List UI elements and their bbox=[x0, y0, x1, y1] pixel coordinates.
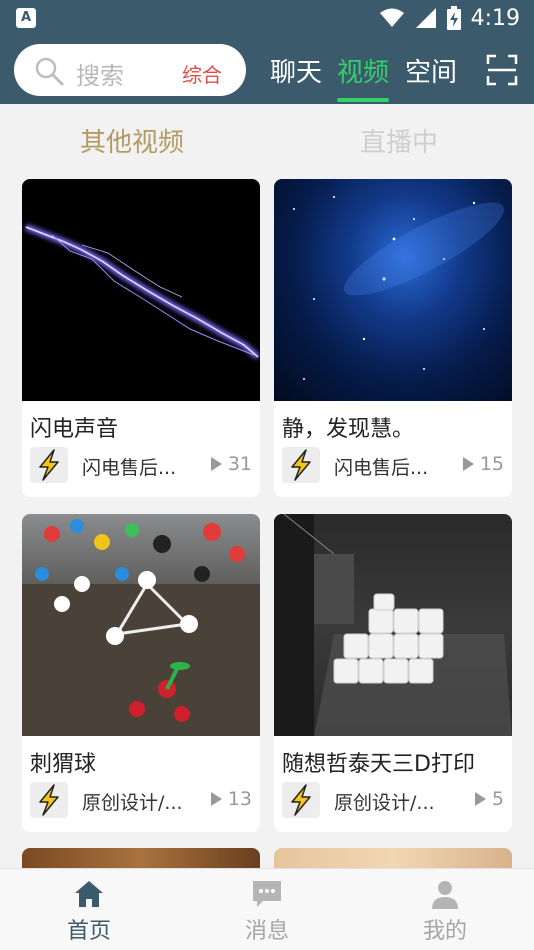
author-avatar[interactable] bbox=[30, 782, 68, 818]
author-name[interactable]: 原创设计/... bbox=[334, 788, 435, 815]
nav-messages-label: 消息 bbox=[244, 919, 289, 944]
author-name[interactable]: 原创设计/... bbox=[82, 788, 183, 815]
play-count: 13 bbox=[210, 788, 252, 810]
tab-space[interactable]: 空间 bbox=[405, 52, 457, 89]
video-title: 静，发现慧。 bbox=[282, 417, 415, 442]
play-count: 15 bbox=[462, 453, 504, 475]
play-icon bbox=[210, 457, 222, 471]
video-thumbnail bbox=[22, 179, 260, 401]
status-icons: 4:19 bbox=[379, 0, 520, 36]
home-icon bbox=[75, 881, 103, 907]
author-avatar[interactable] bbox=[282, 782, 320, 818]
video-card-partial[interactable] bbox=[274, 848, 512, 868]
nav-home-label: 首页 bbox=[66, 919, 111, 944]
battery-charging-icon bbox=[446, 6, 461, 30]
video-thumbnail bbox=[22, 514, 260, 736]
play-count-value: 13 bbox=[227, 788, 252, 810]
play-icon bbox=[474, 792, 486, 806]
play-count-value: 15 bbox=[479, 453, 504, 475]
video-card[interactable]: 刺猬球 原创设计/... 13 bbox=[22, 514, 260, 832]
search-input[interactable]: 搜索 综合 bbox=[14, 44, 246, 96]
nav-messages[interactable]: 消息 bbox=[207, 869, 327, 950]
author-name[interactable]: 闪电售后... bbox=[334, 453, 428, 480]
video-thumbnail bbox=[274, 514, 512, 736]
user-icon bbox=[432, 881, 458, 909]
video-title: 随想哲泰天三D打印 bbox=[282, 752, 475, 777]
wifi-icon bbox=[379, 8, 404, 27]
play-count-value: 31 bbox=[227, 453, 252, 475]
bottom-nav: 首页 消息 我的 bbox=[0, 868, 534, 950]
video-card-partial[interactable] bbox=[22, 848, 260, 868]
play-count: 31 bbox=[210, 453, 252, 475]
active-tab-indicator bbox=[337, 98, 389, 102]
author-avatar[interactable] bbox=[30, 447, 68, 483]
lightning-bolt-icon bbox=[39, 784, 59, 816]
video-feed[interactable]: 其他视频 直播中 闪电声音 闪电售后... 31 静，发现慧。 闪电售后... … bbox=[0, 104, 534, 868]
video-card[interactable]: 随想哲泰天三D打印 原创设计/... 5 bbox=[274, 514, 512, 832]
nav-profile-label: 我的 bbox=[422, 919, 467, 944]
text-a-icon: A bbox=[16, 8, 36, 28]
play-icon bbox=[462, 457, 474, 471]
lightning-bolt-icon bbox=[291, 449, 311, 481]
video-title: 刺猬球 bbox=[30, 752, 97, 777]
signal-icon bbox=[415, 8, 436, 28]
subtab-live[interactable]: 直播中 bbox=[360, 122, 438, 159]
play-count: 5 bbox=[474, 788, 504, 810]
search-scope-button[interactable]: 综合 bbox=[182, 59, 222, 88]
play-icon bbox=[210, 792, 222, 806]
status-time: 4:19 bbox=[470, 5, 520, 31]
app-header: 搜索 综合 聊天 视频 空间 bbox=[0, 36, 534, 104]
video-card[interactable]: 闪电声音 闪电售后... 31 bbox=[22, 179, 260, 497]
play-count-value: 5 bbox=[491, 788, 504, 810]
tab-chat[interactable]: 聊天 bbox=[270, 52, 322, 89]
search-icon bbox=[35, 57, 64, 86]
nav-home[interactable]: 首页 bbox=[29, 869, 149, 950]
search-placeholder: 搜索 bbox=[76, 62, 124, 90]
nav-profile[interactable]: 我的 bbox=[385, 869, 505, 950]
video-card[interactable]: 静，发现慧。 闪电售后... 15 bbox=[274, 179, 512, 497]
status-bar: A 4:19 bbox=[0, 0, 534, 36]
video-thumbnail bbox=[274, 179, 512, 401]
lightning-bolt-icon bbox=[39, 449, 59, 481]
author-name[interactable]: 闪电售后... bbox=[82, 453, 176, 480]
author-avatar[interactable] bbox=[282, 447, 320, 483]
video-title: 闪电声音 bbox=[30, 417, 119, 442]
tab-video[interactable]: 视频 bbox=[337, 52, 389, 89]
scan-icon[interactable] bbox=[486, 54, 518, 86]
lightning-bolt-icon bbox=[291, 784, 311, 816]
subtab-other-videos[interactable]: 其他视频 bbox=[80, 122, 184, 159]
message-icon bbox=[253, 881, 281, 907]
